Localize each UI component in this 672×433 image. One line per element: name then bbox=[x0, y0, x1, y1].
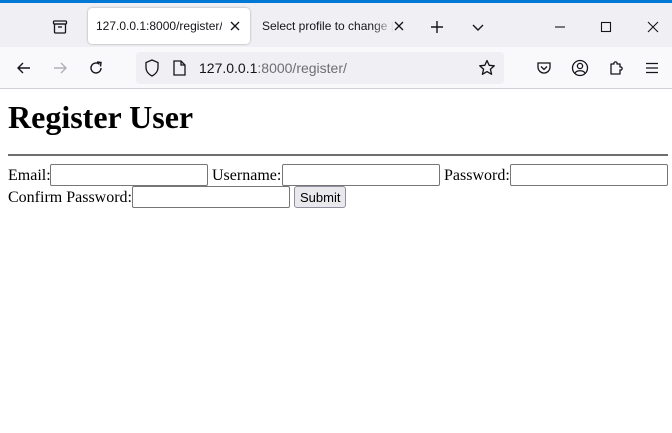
minimize-icon[interactable] bbox=[548, 15, 572, 39]
tab-bar: 127.0.0.1:8000/register/ Select profile … bbox=[0, 3, 672, 47]
navigation-toolbar: 127.0.0.1:8000/register/ bbox=[0, 47, 672, 89]
password-label: Password: bbox=[444, 167, 510, 184]
shield-icon[interactable] bbox=[144, 59, 160, 81]
close-icon[interactable] bbox=[641, 15, 665, 39]
page-content: Register User Email: Username: Password:… bbox=[8, 89, 668, 208]
tab-register[interactable]: 127.0.0.1:8000/register/ bbox=[88, 8, 250, 44]
url-path: :8000/register/ bbox=[257, 60, 347, 76]
register-form-row: Email: Username: Password: bbox=[8, 164, 668, 186]
maximize-icon[interactable] bbox=[594, 15, 618, 39]
password-field[interactable] bbox=[510, 164, 668, 186]
url-bar[interactable]: 127.0.0.1:8000/register/ bbox=[136, 52, 504, 84]
close-icon[interactable] bbox=[390, 17, 408, 35]
confirm-password-field[interactable] bbox=[132, 186, 290, 208]
page-icon[interactable] bbox=[172, 60, 186, 80]
pocket-icon[interactable] bbox=[530, 54, 558, 82]
chevron-down-icon[interactable] bbox=[466, 15, 490, 39]
tab-title: 127.0.0.1:8000/register/ bbox=[96, 19, 222, 33]
page-title: Register User bbox=[8, 99, 194, 135]
tab-select-profile[interactable]: Select profile to change | Django bbox=[254, 8, 414, 44]
forward-arrow-icon[interactable] bbox=[46, 54, 74, 82]
close-icon[interactable] bbox=[226, 17, 244, 35]
hamburger-menu-icon[interactable] bbox=[638, 54, 666, 82]
firefox-view-icon[interactable] bbox=[48, 15, 72, 39]
back-arrow-icon[interactable] bbox=[10, 54, 38, 82]
reload-icon[interactable] bbox=[82, 54, 110, 82]
divider bbox=[8, 154, 668, 156]
url-host: 127.0.0.1 bbox=[199, 60, 258, 76]
star-icon[interactable] bbox=[478, 59, 496, 81]
account-icon[interactable] bbox=[566, 54, 594, 82]
puzzle-icon[interactable] bbox=[602, 54, 630, 82]
register-form-row: Confirm Password: Submit bbox=[8, 186, 668, 208]
url-text: 127.0.0.1:8000/register/ bbox=[199, 60, 347, 76]
username-label: Username: bbox=[212, 167, 282, 184]
email-label: Email: bbox=[8, 167, 51, 184]
username-field[interactable] bbox=[282, 164, 440, 186]
email-field[interactable] bbox=[50, 164, 208, 186]
confirm-password-label: Confirm Password: bbox=[8, 189, 132, 206]
submit-button[interactable]: Submit bbox=[294, 186, 347, 208]
plus-icon[interactable] bbox=[425, 15, 449, 39]
